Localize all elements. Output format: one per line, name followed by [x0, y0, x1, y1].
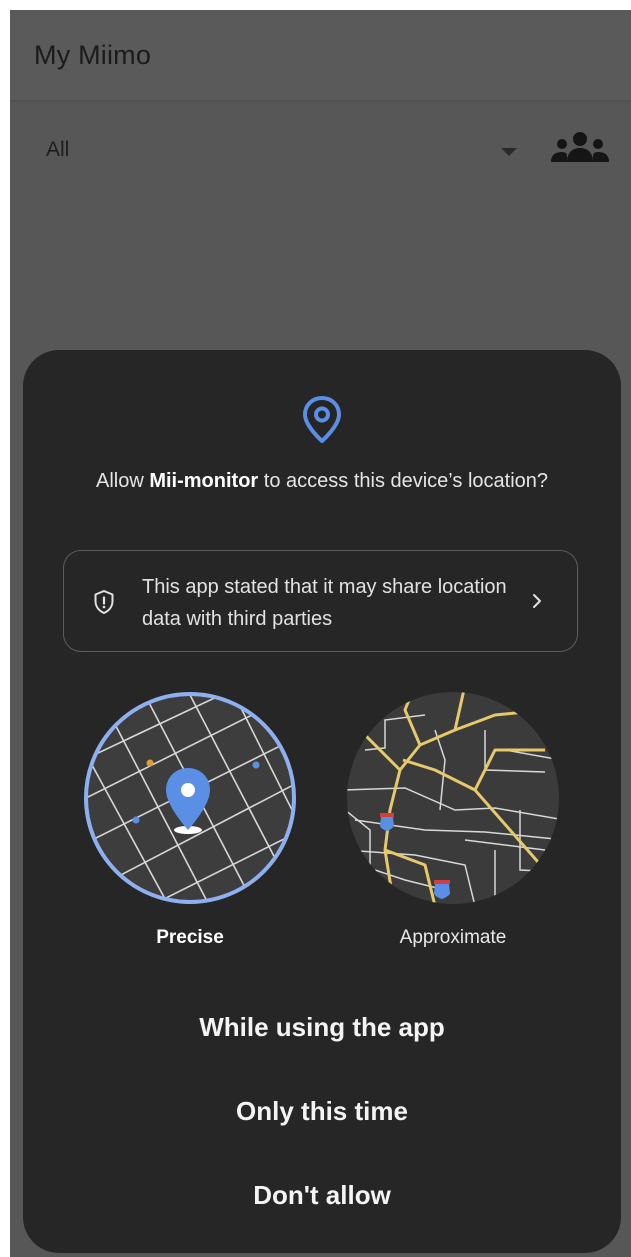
dont-allow-button[interactable]: Don't allow — [23, 1160, 621, 1230]
precise-map-illustration — [84, 692, 296, 904]
only-this-time-button[interactable]: Only this time — [23, 1076, 621, 1146]
data-sharing-notice-text: This app stated that it may share locati… — [142, 576, 507, 630]
app-name: Mii-monitor — [149, 470, 259, 492]
permission-prompt: Allow Mii-monitor to access this device’… — [83, 465, 561, 497]
approximate-map-illustration — [347, 692, 559, 904]
chevron-right-icon — [533, 594, 541, 608]
data-sharing-notice[interactable]: This app stated that it may share locati… — [63, 550, 578, 652]
dropdown-arrow-icon[interactable] — [501, 148, 517, 156]
while-using-app-button[interactable]: While using the app — [23, 992, 621, 1062]
approximate-location-option[interactable] — [345, 690, 561, 906]
group-icon[interactable] — [547, 128, 613, 168]
shield-alert-icon — [94, 590, 114, 614]
prompt-text-after: to access this device’s location? — [258, 470, 549, 492]
precise-location-option[interactable] — [82, 690, 298, 906]
location-permission-dialog: Allow Mii-monitor to access this device’… — [23, 350, 621, 1253]
precise-label[interactable]: Precise — [70, 927, 310, 949]
filter-row[interactable]: All — [10, 102, 631, 182]
location-pin-icon — [303, 396, 341, 443]
app-screen: My Miimo All Allow Mii-monitor to access… — [10, 10, 631, 1257]
approximate-label[interactable]: Approximate — [333, 927, 573, 949]
prompt-text-before: Allow — [95, 470, 150, 492]
page-title: My Miimo — [34, 40, 152, 70]
app-bar: My Miimo — [10, 10, 631, 102]
filter-dropdown-value[interactable]: All — [46, 138, 69, 162]
